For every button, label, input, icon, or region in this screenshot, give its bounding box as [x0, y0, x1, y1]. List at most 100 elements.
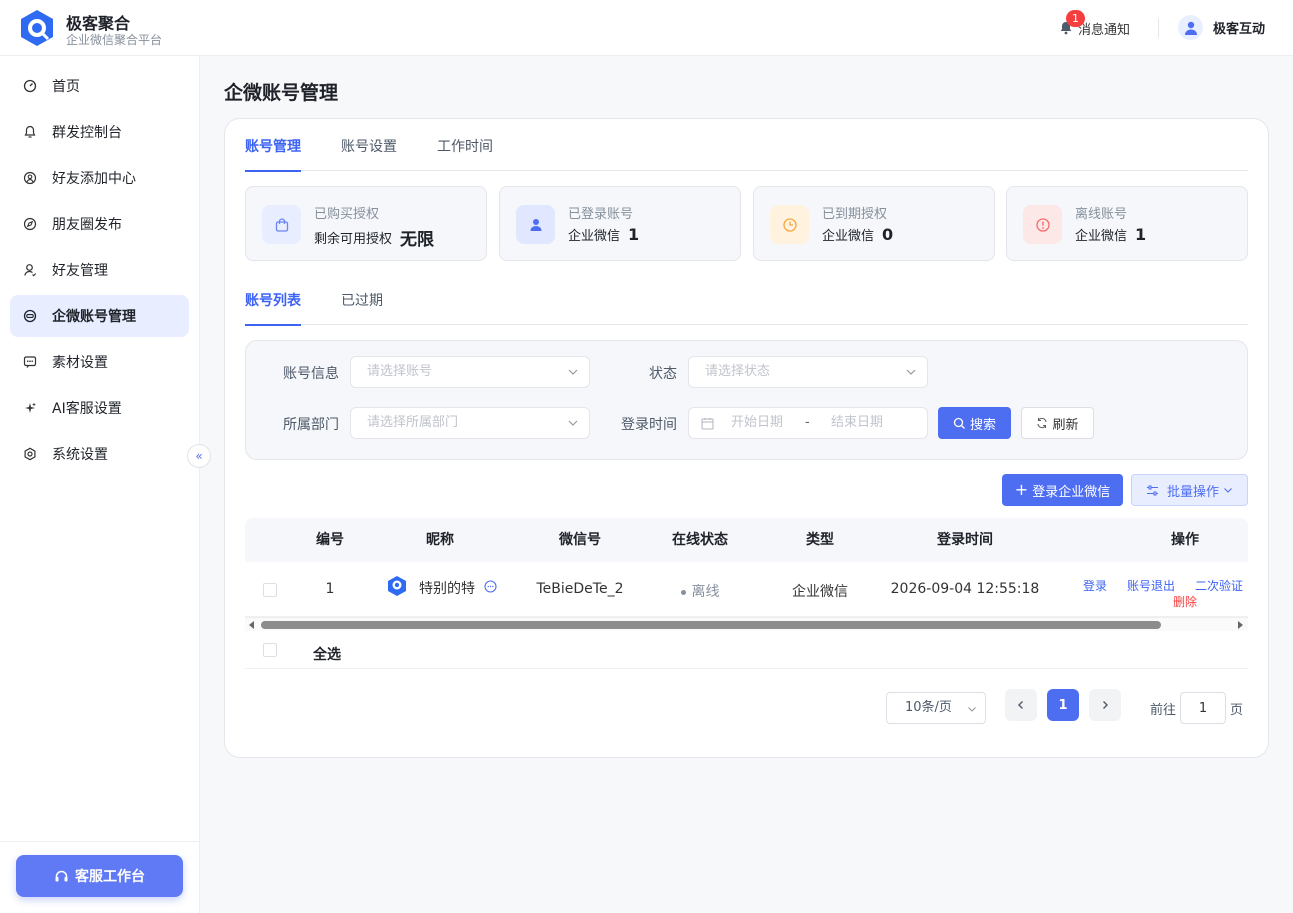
row-delete-link[interactable]: 删除 [1173, 593, 1197, 610]
row-type: 企业微信 [792, 584, 848, 600]
start-date-placeholder[interactable]: 开始日期 [731, 408, 801, 438]
sidebar-item-accounts[interactable]: 企微账号管理 [10, 295, 189, 337]
alert-circle-icon [1035, 217, 1050, 232]
row-status: 离线 [655, 581, 745, 601]
sidebar-item-ai-service[interactable]: AI客服设置 [10, 387, 189, 429]
refresh-icon [1037, 417, 1048, 429]
page-unit-label: 页 [1230, 703, 1244, 718]
col-wechat: 微信号 [559, 532, 601, 548]
chevron-down-icon [568, 420, 578, 426]
header-divider [1158, 18, 1159, 38]
stat-row: 企业微信 1 [568, 225, 639, 244]
notification-badge: 1 [1066, 10, 1085, 27]
sidebar-item-broadcast[interactable]: 群发控制台 [10, 111, 189, 153]
sidebar-item-home[interactable]: 首页 [10, 65, 189, 107]
stat-sub: 企业微信 [1075, 229, 1128, 244]
horizontal-scrollbar[interactable] [245, 617, 1248, 631]
sidebar-item-friends[interactable]: 好友管理 [10, 249, 189, 291]
stat-label: 已登录账号 [568, 207, 634, 222]
shopping-bag-icon [275, 217, 288, 232]
row-logout-link[interactable]: 账号退出 [1127, 577, 1175, 594]
row-checkbox[interactable] [263, 583, 277, 597]
tab-work-time[interactable]: 工作时间 [437, 119, 493, 171]
top-header: 极客聚合 企业微信聚合平台 消息通知 1 极客互动 [0, 0, 1293, 56]
brand-logo-icon [388, 576, 406, 596]
stat-sub: 剩余可用授权 [314, 232, 393, 247]
goto-page-input[interactable] [1180, 692, 1226, 724]
headset-icon [55, 870, 68, 881]
date-range-picker[interactable]: 开始日期 - 结束日期 [688, 407, 928, 439]
stat-value: 1 [628, 225, 640, 244]
department-label: 所属部门 [283, 417, 339, 433]
sparkle-icon [22, 400, 38, 416]
sidebar-item-materials[interactable]: 素材设置 [10, 341, 189, 383]
row-verify-link[interactable]: 二次验证 [1195, 577, 1243, 594]
stat-card-offline: 离线账号 企业微信 1 [1006, 186, 1248, 261]
brand-subtitle: 企业微信聚合平台 [66, 33, 163, 47]
batch-operation-label: 批量操作 [1166, 484, 1219, 500]
user-add-icon [22, 170, 38, 186]
filter-panel: 账号信息 请选择账号 状态 请选择状态 所属部门 请选择所属部门 登录时间 开始… [245, 340, 1248, 460]
dashboard-icon [22, 78, 38, 94]
sidebar-item-moments[interactable]: 朋友圈发布 [10, 203, 189, 245]
tab-expired[interactable]: 已过期 [341, 273, 383, 325]
user-icon [22, 262, 38, 278]
avatar [1178, 15, 1203, 40]
tab-account-management[interactable]: 账号管理 [245, 119, 301, 172]
department-select[interactable]: 请选择所属部门 [350, 407, 590, 439]
stat-label: 已到期授权 [822, 207, 888, 222]
chevron-down-icon [906, 369, 916, 375]
sidebar-item-label: 首页 [52, 79, 80, 95]
bell-icon [22, 124, 38, 140]
login-time-label: 登录时间 [621, 417, 677, 433]
sidebar-item-label: 朋友圈发布 [52, 217, 122, 233]
row-login-link[interactable]: 登录 [1083, 577, 1107, 594]
search-button[interactable]: 搜索 [938, 407, 1011, 439]
select-all-checkbox[interactable] [263, 643, 277, 657]
row-wechat-id: TeBieDeTe_2 [536, 581, 624, 597]
calendar-icon [701, 417, 714, 429]
plus-icon: + [1014, 480, 1029, 499]
next-page-button[interactable] [1089, 689, 1121, 721]
stat-icon-bg [1023, 205, 1062, 244]
user-menu[interactable]: 极客互动 [1178, 15, 1265, 40]
tab-account-list[interactable]: 账号列表 [245, 273, 301, 326]
col-login-time: 登录时间 [937, 532, 993, 548]
goto-label: 前往 [1150, 703, 1177, 718]
page-button-1[interactable]: 1 [1047, 689, 1079, 721]
double-chevron-left-icon: « [195, 449, 203, 463]
chevron-right-icon [1103, 701, 1108, 709]
scroll-right-icon[interactable] [1236, 620, 1244, 630]
chevron-down-icon [1224, 488, 1232, 493]
stat-value: 无限 [400, 230, 435, 250]
col-type: 类型 [806, 532, 834, 548]
end-date-placeholder[interactable]: 结束日期 [831, 408, 883, 438]
sidebar-item-label: 企微账号管理 [52, 309, 136, 325]
main-card: 账号管理 账号设置 工作时间 已购买授权 剩余可用授权 无限 已登录账号 企业微… [224, 118, 1269, 758]
status-select[interactable]: 请选择状态 [688, 356, 928, 388]
account-select-placeholder: 请选择账号 [367, 364, 433, 379]
clock-icon [782, 217, 797, 232]
service-workbench-button[interactable]: 客服工作台 [16, 855, 183, 897]
account-select[interactable]: 请选择账号 [350, 356, 590, 388]
stat-card-expired: 已到期授权 企业微信 0 [753, 186, 995, 261]
sidebar-item-add-friends[interactable]: 好友添加中心 [10, 157, 189, 199]
col-status: 在线状态 [672, 532, 728, 548]
scrollbar-thumb[interactable] [261, 621, 1161, 629]
tab-account-settings[interactable]: 账号设置 [341, 119, 397, 171]
sliders-icon [1146, 485, 1158, 495]
chat-icon[interactable] [484, 580, 497, 593]
page-size-select[interactable]: 10条/页 [886, 692, 986, 724]
sidebar-item-settings[interactable]: 系统设置 [10, 433, 189, 475]
prev-page-button[interactable] [1005, 689, 1037, 721]
collapse-sidebar-button[interactable]: « [187, 444, 211, 468]
batch-operation-button[interactable]: 批量操作 [1131, 474, 1248, 506]
date-separator: - [805, 415, 810, 430]
refresh-button[interactable]: 刷新 [1021, 407, 1094, 439]
status-dot [680, 589, 686, 595]
stat-value: 1 [1135, 225, 1147, 244]
user-name: 极客互动 [1213, 22, 1266, 37]
gear-icon [22, 446, 38, 462]
scroll-left-icon[interactable] [248, 620, 256, 630]
login-wecom-button[interactable]: + 登录企业微信 [1002, 474, 1123, 506]
